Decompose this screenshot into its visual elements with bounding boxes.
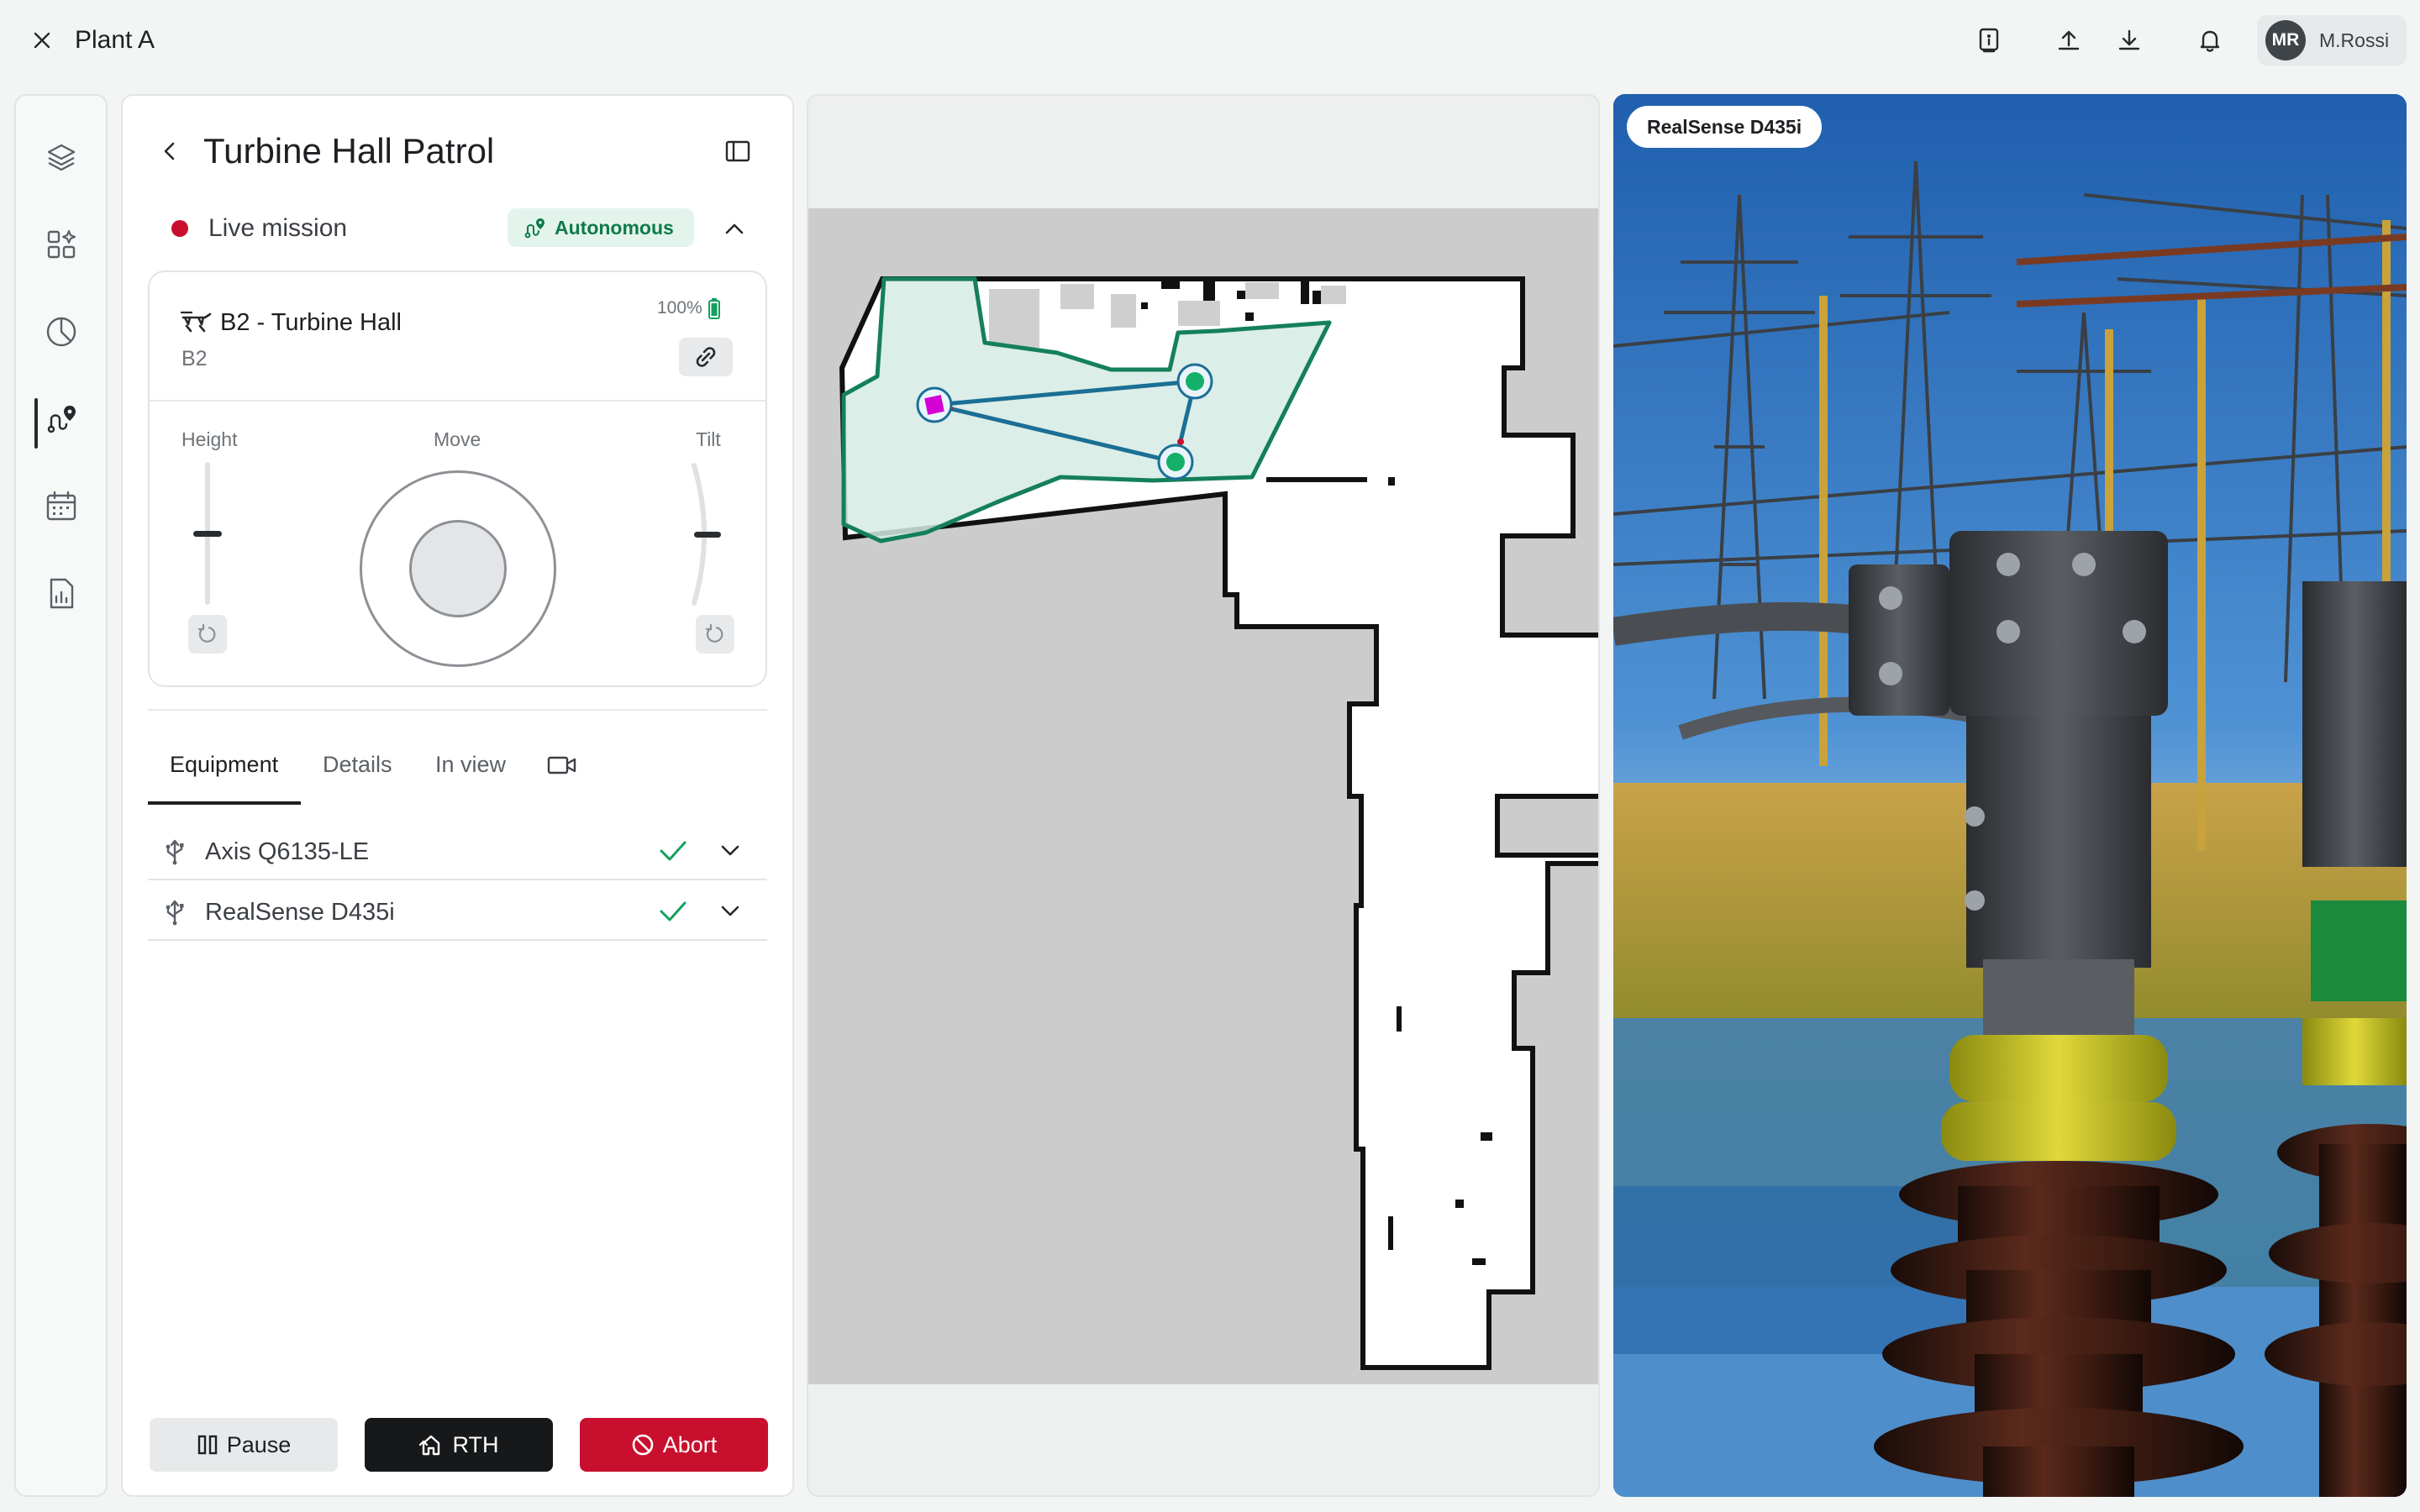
tabs-divider xyxy=(148,709,767,711)
top-bar: Plant A MR M.Rossi xyxy=(0,0,2420,81)
tilt-reset-button[interactable] xyxy=(696,615,734,654)
abort-button-label: Abort xyxy=(662,1431,718,1457)
waypoint[interactable] xyxy=(1176,363,1213,400)
joystick-knob[interactable] xyxy=(409,520,507,617)
return-to-home-button[interactable]: RTH xyxy=(365,1418,553,1472)
mission-title: Turbine Hall Patrol xyxy=(203,131,495,171)
link-icon xyxy=(696,347,716,367)
robot-id: B2 xyxy=(182,347,208,370)
home-return-icon xyxy=(419,1435,440,1456)
usb-icon xyxy=(166,839,184,865)
tab-camera[interactable] xyxy=(544,751,580,780)
battery-full-icon xyxy=(708,298,720,319)
battery-level: 100% xyxy=(657,298,702,318)
bell-icon[interactable] xyxy=(2191,22,2228,59)
widgets-icon xyxy=(47,229,76,259)
robot-dog-icon xyxy=(180,311,212,333)
tilt-slider-thumb[interactable] xyxy=(694,532,721,538)
reset-icon xyxy=(197,623,216,643)
card-divider xyxy=(150,400,765,402)
equipment-name: Axis Q6135-LE xyxy=(205,838,370,865)
equipment-row[interactable]: Axis Q6135-LE xyxy=(148,822,767,880)
height-reset-button[interactable] xyxy=(188,615,227,654)
check-icon xyxy=(660,841,687,861)
collapse-button[interactable] xyxy=(716,210,753,247)
calendar-icon xyxy=(46,491,76,521)
robot-position-marker[interactable] xyxy=(916,386,953,423)
move-label: Move xyxy=(434,428,481,450)
mission-panel: Turbine Hall Patrol Live mission Autonom… xyxy=(121,94,794,1497)
rail-item-layers[interactable] xyxy=(16,128,106,186)
chevron-up-icon xyxy=(725,223,744,234)
height-slider-thumb[interactable] xyxy=(193,531,222,537)
rail-item-missions[interactable] xyxy=(16,390,106,449)
autonomous-route-icon xyxy=(524,218,544,239)
layers-icon xyxy=(47,144,75,171)
close-icon[interactable] xyxy=(25,24,59,57)
height-label: Height xyxy=(182,428,238,450)
live-status-dot xyxy=(171,220,188,237)
site-title: Plant A xyxy=(75,26,155,54)
pause-icon xyxy=(197,1435,217,1455)
chevron-down-icon[interactable] xyxy=(716,837,744,865)
user-name: M.Rossi xyxy=(2319,29,2390,51)
pause-button-label: Pause xyxy=(226,1431,292,1457)
autonomous-badge: Autonomous xyxy=(508,208,815,247)
abort-button[interactable]: Abort xyxy=(580,1418,768,1472)
camera-feed-panel[interactable]: RealSense D435i xyxy=(1613,94,2407,1497)
side-navigation xyxy=(14,94,108,1497)
avatar: MR xyxy=(2265,20,2306,60)
occupancy-map[interactable] xyxy=(808,208,1600,1384)
camera-feed-image xyxy=(1613,94,2407,1497)
tilt-slider[interactable] xyxy=(677,460,728,612)
move-joystick[interactable] xyxy=(360,470,556,667)
rth-button-label: RTH xyxy=(452,1431,499,1457)
rail-item-analytics[interactable] xyxy=(16,302,106,361)
chevron-down-icon[interactable] xyxy=(716,897,744,926)
chevron-left-icon xyxy=(164,142,175,160)
sidebar-toggle-icon xyxy=(725,140,750,162)
equipment-row[interactable]: RealSense D435i xyxy=(148,882,767,941)
info-card-icon[interactable] xyxy=(1970,22,2007,59)
usb-icon xyxy=(166,900,184,926)
camera-source-label: RealSense D435i xyxy=(1627,106,1823,148)
active-indicator xyxy=(34,398,38,449)
rail-item-reports[interactable] xyxy=(16,564,106,623)
robot-name: B2 - Turbine Hall xyxy=(220,309,402,336)
pause-button[interactable]: Pause xyxy=(150,1418,338,1472)
rail-item-calendar[interactable] xyxy=(16,477,106,536)
battery-indicator: 100% xyxy=(657,297,721,319)
back-button[interactable] xyxy=(153,134,187,168)
autonomous-badge-label: Autonomous xyxy=(555,216,674,239)
tab-in-view[interactable]: In view xyxy=(435,748,506,781)
equipment-name: RealSense D435i xyxy=(205,899,395,926)
connection-link-button[interactable] xyxy=(679,338,733,376)
reset-icon xyxy=(705,623,723,643)
analytics-icon xyxy=(46,317,76,347)
download-icon[interactable] xyxy=(2111,22,2148,59)
panel-toggle-button[interactable] xyxy=(721,134,755,168)
video-camera-icon xyxy=(547,756,576,774)
upload-icon[interactable] xyxy=(2050,22,2087,59)
waypoint[interactable] xyxy=(1157,444,1194,480)
missions-icon xyxy=(47,406,76,433)
prohibited-icon xyxy=(632,1434,654,1456)
map-panel xyxy=(807,94,1600,1497)
reports-icon xyxy=(50,578,73,609)
user-menu[interactable]: MR M.Rossi xyxy=(2257,15,2407,66)
live-mission-label: Live mission xyxy=(208,214,348,242)
active-tab-indicator xyxy=(148,801,301,805)
tab-details[interactable]: Details xyxy=(323,748,392,781)
robot-card: B2 - Turbine Hall B2 100% Height Move Ti… xyxy=(148,270,767,687)
tilt-label: Tilt xyxy=(696,428,721,450)
rail-item-widgets[interactable] xyxy=(16,215,106,274)
check-icon xyxy=(660,901,687,921)
tab-equipment[interactable]: Equipment xyxy=(170,748,278,781)
